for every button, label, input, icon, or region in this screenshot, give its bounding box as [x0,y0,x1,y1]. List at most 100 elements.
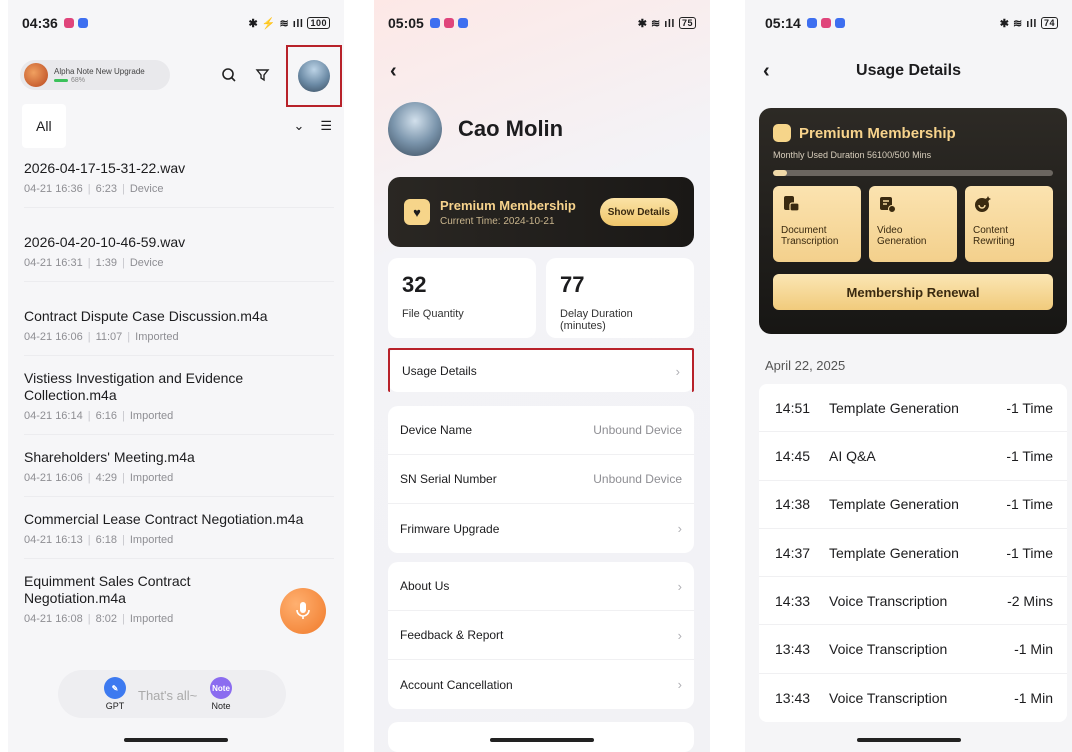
device-name-row[interactable]: Device Name Unbound Device [388,406,694,455]
back-icon[interactable]: ‹ [390,60,397,83]
firmware-upgrade-row[interactable]: Frimware Upgrade › [388,504,694,553]
signal-icon: ✱ ≋ ıll [637,17,675,30]
list-item[interactable]: 2026-04-20-10-46-59.wav 04-21 16:31 | 1:39… [24,224,334,282]
model-pill[interactable]: Alpha Note New Upgrade 68% [20,60,170,90]
membership-usage-text: Monthly Used Duration 56100/500 Mins [773,150,932,160]
list-item[interactable]: 2026-04-17-15-31-22.wav 04-21 16:36 | 6:23… [24,150,334,208]
table-row: 14:38 Template Generation -1 Time [759,481,1067,529]
chevron-right-icon: › [677,521,682,536]
video-generation-tile[interactable]: Video Generation [869,186,957,262]
avatar[interactable] [388,102,442,156]
status-time: 04:36 [22,15,58,31]
app-notification-icon [834,18,845,28]
list-item[interactable]: Vistiess Investigation and Evidence Coll… [24,360,334,435]
recording-meta: 04-21 16:06 | 11:07 | Imported [24,331,179,343]
home-indicator[interactable] [124,738,228,742]
row-label: Usage Details [402,364,477,378]
status-icons: ✱ ⚡ ≋ ıll 100 [248,17,330,30]
recording-meta: 04-21 16:08 | 8:02 | Imported [24,613,174,625]
status-bar: 04:36 ✱ ⚡ ≋ ıll 100 [8,12,344,34]
usage-details-card: Usage Details › [388,348,694,392]
page-title: Usage Details [856,62,961,79]
list-item[interactable]: Shareholders' Meeting.m4a 04-21 16:06 | 4:… [24,439,334,497]
recording-title: Vistiess Investigation and Evidence Coll… [24,370,244,403]
recording-title: Contract Dispute Case Discussion.m4a [24,308,268,324]
notification-icon [63,18,74,28]
status-time: 05:05 [388,15,424,31]
table-row: 13:43 Voice Transcription -1 Min [775,689,1053,706]
profile-header: Cao Molin [388,102,563,156]
list-view-icon[interactable]: ☰ [320,118,332,134]
chevron-right-icon: › [675,363,680,379]
membership-current-time: Current Time: 2024-10-21 [440,215,555,227]
stat-value: 77 [560,272,585,297]
note-icon: Note [210,677,232,699]
device-card: Device Name Unbound Device SN Serial Num… [388,406,694,553]
home-indicator[interactable] [490,738,594,742]
account-cancellation-row[interactable]: Account Cancellation › [388,660,694,709]
signal-icon: ✱ ⚡ ≋ ıll [248,17,304,30]
record-button[interactable] [280,588,326,634]
membership-header: Premium Membership [773,124,1053,142]
battery-icon: 74 [1040,17,1058,29]
status-bar: 05:14 ✱ ≋ ıll 74 [745,12,1072,34]
search-icon[interactable] [216,62,242,88]
table-row: 14:33 Voice Transcription -2 Mins [759,577,1067,626]
row-label: Frimware Upgrade [400,521,500,536]
end-of-list-text: That's all~ [138,688,198,703]
document-transcription-tile[interactable]: Document Transcription [773,186,861,262]
row-label: Account Cancellation [400,677,513,692]
note-tab[interactable]: Note Note [210,677,232,711]
recording-title: 2026-04-20-10-46-59.wav [24,234,186,250]
status-bar: 05:05 ✱ ≋ ıll 75 [374,12,710,34]
more-card [388,722,694,752]
app-notification-icon [429,18,440,28]
note-label: Note [211,701,231,711]
usage-progress-fill [773,170,787,176]
all-filter-chip[interactable]: All [22,104,66,148]
list-item[interactable]: Contract Dispute Case Discussion.m4a 04-… [24,298,334,356]
list-item[interactable]: Commercial Lease Contract Negotiation.m4… [24,501,334,559]
feedback-report-row[interactable]: Feedback & Report › [388,611,694,660]
membership-title: Premium Membership [799,124,956,142]
table-row: 13:43 Voice Transcription -1 Min [759,625,1067,674]
app-notification-icon [77,18,88,28]
content-rewriting-tile[interactable]: Content Rewriting [965,186,1053,262]
model-name: Alpha Note New Upgrade [54,66,145,76]
sn-serial-row[interactable]: SN Serial Number Unbound Device [388,455,694,504]
usage-details-row[interactable]: Usage Details › [388,348,694,392]
stat-label: File Quantity [402,308,464,320]
filter-row: All ⌄ ☰ [22,104,332,148]
delay-duration-stat: 77 Delay Duration (minutes) [546,258,694,338]
recordings-list: 2026-04-17-15-31-22.wav 04-21 16:36 | 6:23… [24,150,334,637]
gpt-icon: ✎ [104,677,126,699]
profile-avatar-button[interactable] [298,60,330,92]
row-value: Unbound Device [593,472,682,486]
recording-meta: 04-21 16:14 | 6:16 | Imported [24,410,174,422]
profile-screen: 05:05 ✱ ≋ ıll 75 ‹ Cao Molin ♥ Premium M… [374,0,710,752]
recording-meta: 04-21 16:13 | 6:18 | Imported [24,534,174,546]
tile-label: Video Generation [877,225,927,247]
recording-title: Commercial Lease Contract Negotiation.m4… [24,511,304,527]
row-label: About Us [400,579,450,593]
membership-renewal-button[interactable]: Membership Renewal [773,274,1053,310]
table-row: 14:51 Template Generation -1 Time [759,384,1067,433]
app-notification-icon [806,18,817,28]
membership-card: ♥ Premium Membership Current Time: 2024-… [388,177,694,247]
recordings-screen: 04:36 ✱ ⚡ ≋ ıll 100 Alpha Note New Upgra… [8,0,344,752]
home-indicator[interactable] [856,738,961,742]
model-level-bar [54,78,68,82]
user-name: Cao Molin [458,116,564,141]
stat-label: Delay Duration (minutes) [560,308,633,332]
row-value: Unbound Device [593,423,682,437]
file-quantity-stat: 32 File Quantity [388,258,536,338]
avatar-highlight [286,45,342,107]
battery-icon: 100 [307,17,330,29]
chevron-down-icon[interactable]: ⌄ [293,118,304,134]
about-us-row[interactable]: About Us › [388,562,694,611]
notification-icon [820,18,831,28]
filter-icon[interactable] [250,62,276,88]
show-details-button[interactable]: Show Details [599,198,678,226]
app-notification-icon [457,18,468,28]
gpt-tab[interactable]: ✎ GPT [104,677,126,711]
